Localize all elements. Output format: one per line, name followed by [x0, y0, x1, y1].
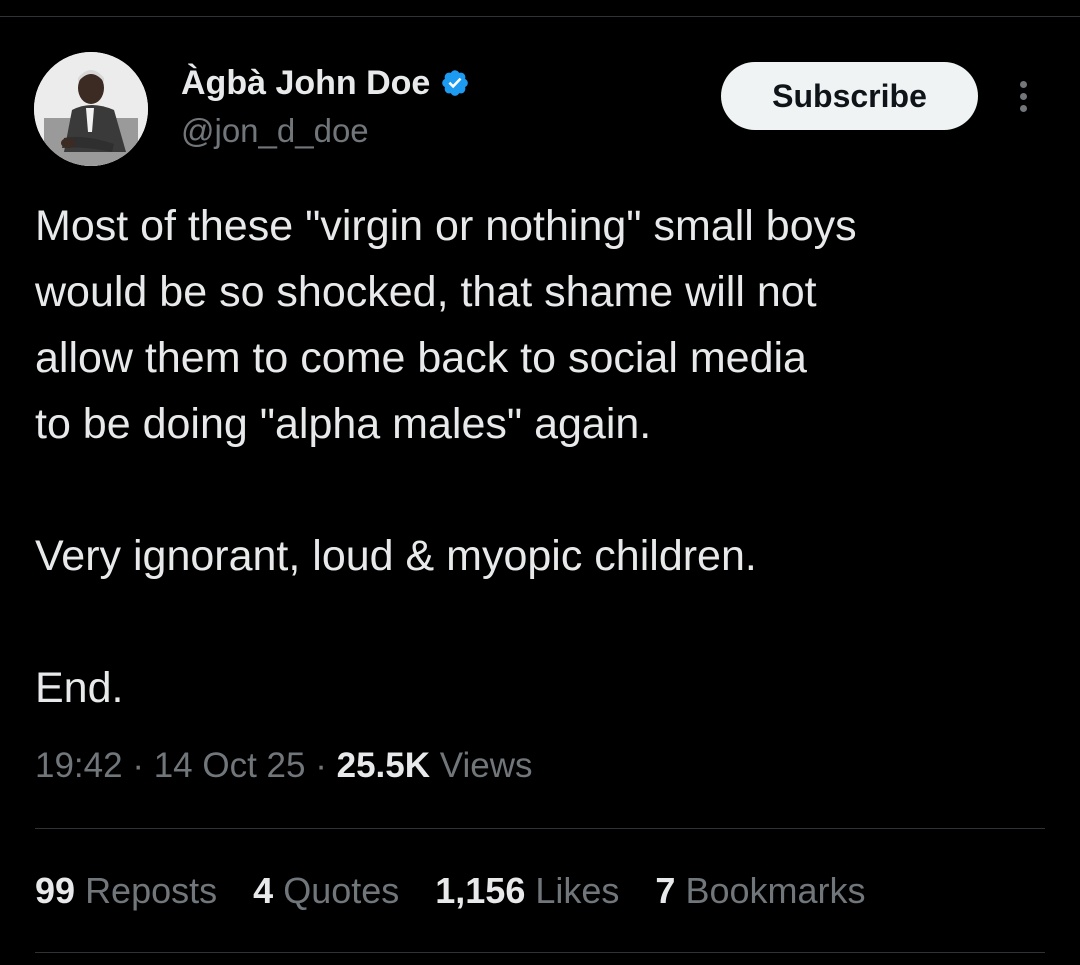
author-name-row[interactable]: Àgbà John Doe	[181, 62, 470, 104]
quotes-stat[interactable]: 4 Quotes	[253, 870, 399, 912]
meta-separator: ·	[315, 746, 327, 785]
tweet-line: would be so shocked, that shame will not	[35, 268, 817, 316]
bookmarks-label: Bookmarks	[685, 870, 866, 911]
bookmarks-stat[interactable]: 7 Bookmarks	[655, 870, 865, 912]
bookmarks-count: 7	[655, 870, 676, 911]
more-dot	[1019, 92, 1027, 100]
stats-divider-top	[35, 828, 1045, 829]
quotes-label: Quotes	[283, 870, 400, 911]
tweet-paragraph-2: Very ignorant, loud & myopic children.	[35, 532, 757, 580]
tweet-meta: 19:42 · 14 Oct 25 · 25.5K Views	[35, 746, 532, 786]
avatar[interactable]	[34, 52, 148, 166]
views-count: 25.5K	[336, 746, 431, 785]
top-divider	[0, 16, 1080, 17]
tweet-paragraph-3: End.	[35, 664, 124, 712]
tweet-date[interactable]: 14 Oct 25	[154, 746, 306, 785]
meta-separator: ·	[132, 746, 144, 785]
more-dot	[1019, 80, 1027, 88]
tweet-line: Most of these "virgin or nothing" small …	[35, 202, 857, 250]
stats-divider-bottom	[35, 952, 1045, 953]
author-handle[interactable]: @jon_d_doe	[181, 112, 369, 150]
subscribe-button[interactable]: Subscribe	[721, 62, 978, 130]
tweet-time[interactable]: 19:42	[35, 746, 123, 785]
tweet-line: to be doing "alpha males" again.	[35, 400, 652, 448]
tweet-text: Most of these "virgin or nothing" small …	[35, 193, 1055, 721]
likes-label: Likes	[535, 870, 620, 911]
profile-photo	[34, 52, 148, 166]
author-display-name[interactable]: Àgbà John Doe	[181, 64, 430, 103]
reposts-label: Reposts	[85, 870, 218, 911]
verified-badge-icon[interactable]	[440, 68, 470, 98]
reposts-stat[interactable]: 99 Reposts	[35, 870, 217, 912]
likes-stat[interactable]: 1,156 Likes	[435, 870, 619, 912]
likes-count: 1,156	[435, 870, 526, 911]
quotes-count: 4	[253, 870, 274, 911]
more-options-icon[interactable]	[1006, 74, 1040, 118]
more-dot	[1019, 104, 1027, 112]
engagement-stats: 99 Reposts 4 Quotes 1,156 Likes 7 Bookma…	[35, 870, 866, 912]
views-label: Views	[439, 746, 533, 785]
reposts-count: 99	[35, 870, 76, 911]
tweet-line: allow them to come back to social media	[35, 334, 807, 382]
